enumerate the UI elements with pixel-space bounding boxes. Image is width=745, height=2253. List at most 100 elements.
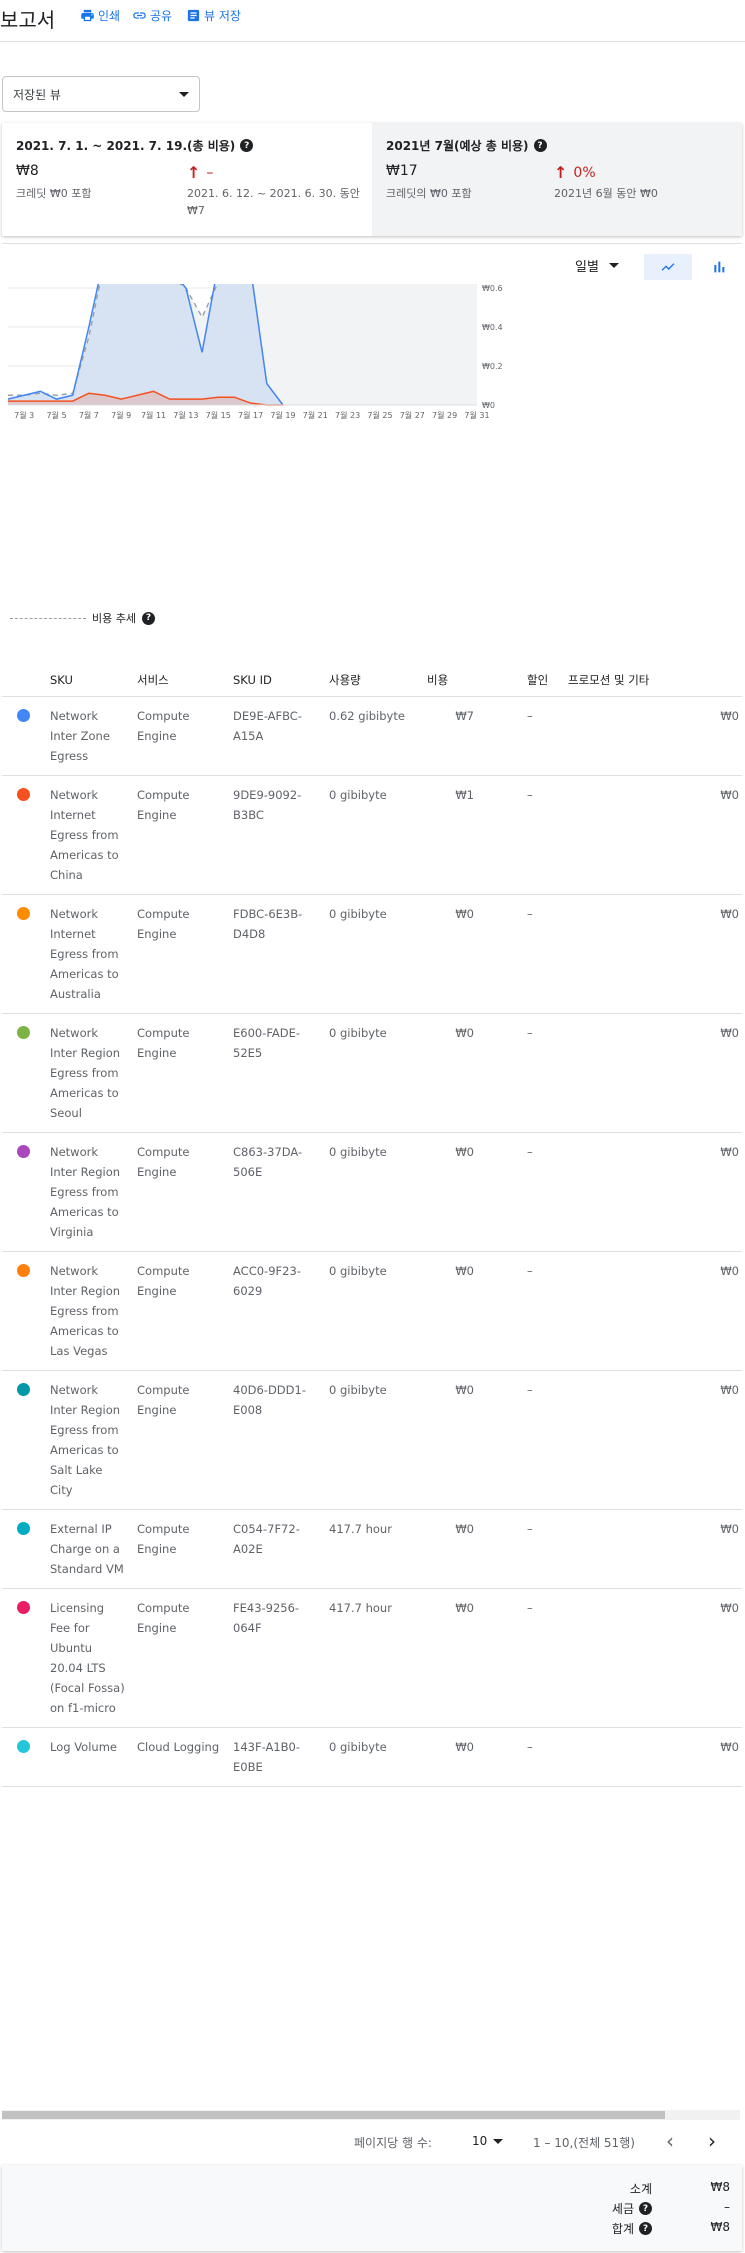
help-icon[interactable]: ? [240, 139, 254, 152]
help-icon[interactable]: ? [639, 2222, 652, 2235]
sku-id-cell: DE9E-AFBC-A15A [233, 696, 329, 776]
table-row[interactable]: Network Inter Region Egress from America… [2, 1132, 742, 1252]
table-row[interactable]: Licensing Fee for Ubuntu 20.04 LTS (Foca… [2, 1588, 742, 1728]
dot [2, 1727, 50, 1787]
cost-cell: ₩0 [427, 1588, 477, 1728]
service-cell: Compute Engine [137, 696, 233, 776]
share-button[interactable]: 공유 [132, 7, 172, 24]
usage-cell: 0 gibibyte [329, 1013, 427, 1133]
usage-cell: 417.7 hour [329, 1588, 427, 1728]
col-sku-id[interactable]: SKU ID [233, 664, 329, 697]
cost-cell: ₩1 [427, 775, 477, 895]
col-discount[interactable]: 할인 [477, 664, 568, 697]
service-cell: Compute Engine [137, 1132, 233, 1252]
x-tick-label: 7월 21 [303, 410, 328, 420]
table-row[interactable]: Network Inter Region Egress from America… [2, 1013, 742, 1133]
discount-cell: – [477, 1251, 568, 1371]
series-color-dot [17, 1145, 30, 1158]
promo-cell: ₩0 [568, 1509, 742, 1589]
col-usage[interactable]: 사용량 [329, 664, 427, 697]
sku-cell: External IP Charge on a Standard VM [50, 1509, 137, 1589]
totals-panel: 소계 ₩8 세금? – 합계? ₩8 [2, 2165, 742, 2251]
col-promo[interactable]: 프로모션 및 기타 [568, 664, 742, 697]
sku-cell: Network Inter Zone Egress [50, 696, 137, 776]
cost-chart: ₩0₩0.2₩0.4₩0.6₩0.8₩17월 37월 57월 77월 97월 1… [7, 284, 503, 420]
arrow-up-icon: ↑ [554, 163, 568, 182]
service-cell: Compute Engine [137, 1370, 233, 1510]
trend-line-swatch [10, 617, 86, 619]
dot [2, 696, 50, 776]
series-color-dot [17, 788, 30, 801]
table-row[interactable]: Network Internet Egress from Americas to… [2, 775, 742, 895]
dot [2, 775, 50, 895]
summary-forecast-heading-row: 2021년 7월(예상 총 비용) ? [386, 137, 728, 154]
chevron-down-icon [608, 263, 619, 268]
table-row[interactable]: Network Inter Zone Egress Compute Engine D… [2, 696, 742, 776]
x-tick-label: 7월 19 [270, 410, 295, 420]
saved-view-dropdown[interactable]: 저장된 뷰 [2, 76, 200, 112]
promo-cell: ₩0 [568, 1013, 742, 1133]
series-color-dot [17, 1740, 30, 1753]
sku-id-cell: FE43-9256-064F [233, 1588, 329, 1728]
usage-cell: 0 gibibyte [329, 1251, 427, 1371]
sku-cell: Network Inter Region Egress from America… [50, 1251, 137, 1371]
total-value: ₩8 [710, 2220, 731, 2234]
rows-per-page-select[interactable]: 10 [472, 2134, 504, 2148]
print-button[interactable]: 인쇄 [80, 7, 120, 24]
prev-page-button[interactable]: ‹ [666, 2130, 674, 2152]
tax-label-wrap: 세금? [612, 2200, 652, 2217]
cost-chart-panel: 일별 ₩0₩0.2₩0.4₩0.6₩0.8₩17월 37월 57월 77월 97… [2, 243, 742, 638]
sku-id-cell: 143F-A1B0-E0BE [233, 1727, 329, 1787]
help-icon[interactable]: ? [141, 611, 155, 625]
table-row[interactable]: External IP Charge on a Standard VM Compu… [2, 1509, 742, 1589]
col-color [2, 664, 50, 697]
help-icon[interactable]: ? [639, 2202, 652, 2215]
table-row[interactable]: Network Inter Region Egress from America… [2, 1370, 742, 1510]
table-row[interactable]: Network Internet Egress from Americas to… [2, 894, 742, 1014]
granularity-dropdown[interactable]: 일별 [575, 256, 619, 275]
service-cell: Compute Engine [137, 1251, 233, 1371]
sku-id-cell: 9DE9-9092-B3BC [233, 775, 329, 895]
x-tick-label: 7월 31 [464, 410, 489, 420]
summary-current-delta-value: – [206, 164, 214, 181]
series-area [8, 284, 283, 405]
next-page-button[interactable]: › [708, 2130, 716, 2152]
x-tick-label: 7월 9 [111, 410, 131, 420]
total-row: 합계? ₩8 [2, 2220, 742, 2238]
table-row[interactable]: Log Volume Cloud Logging 143F-A1B0-E0BE 0 g… [2, 1727, 742, 1787]
sku-cell: Network Internet Egress from Americas to… [50, 775, 137, 895]
scrollbar-thumb[interactable] [2, 2111, 665, 2119]
sku-id-cell: FDBC-6E3B-D4D8 [233, 894, 329, 1014]
summary-current-heading-row: 2021. 7. 1. ~ 2021. 7. 19.(총 비용) ? [16, 137, 358, 154]
table-row[interactable]: Network Inter Region Egress from America… [2, 1251, 742, 1371]
col-sku[interactable]: SKU [50, 664, 137, 697]
summary-forecast-heading: 2021년 7월(예상 총 비용) [386, 139, 529, 153]
cost-cell: ₩0 [427, 1727, 477, 1787]
x-tick-label: 7월 5 [46, 410, 66, 420]
rows-per-page-label: 페이지당 행 수: [354, 2136, 432, 2150]
chevron-left-icon: ‹ [666, 2129, 674, 2153]
print-icon [81, 9, 94, 22]
usage-cell: 0 gibibyte [329, 1727, 427, 1787]
summary-current-card: 2021. 7. 1. ~ 2021. 7. 19.(총 비용) ? ₩8 크레… [2, 123, 372, 236]
line-chart-button[interactable] [644, 254, 692, 280]
service-cell: Compute Engine [137, 1588, 233, 1728]
share-label: 공유 [150, 9, 173, 23]
series-color-dot [17, 1383, 30, 1396]
y-tick-label: ₩0 [482, 401, 495, 410]
summary-current-credit: 크레딧 ₩0 포함 [16, 187, 92, 200]
discount-cell: – [477, 894, 568, 1014]
table-horizontal-scrollbar[interactable] [2, 2110, 740, 2120]
promo-cell: ₩0 [568, 1132, 742, 1252]
discount-cell: – [477, 1509, 568, 1589]
page-title: 보고서 [0, 8, 56, 32]
promo-cell: ₩0 [568, 1727, 742, 1787]
x-tick-label: 7월 29 [432, 410, 457, 420]
line-chart-icon [661, 263, 675, 271]
save-view-button[interactable]: 뷰 저장 [186, 7, 241, 24]
col-service[interactable]: 서비스 [137, 664, 233, 697]
help-icon[interactable]: ? [533, 139, 547, 152]
bar-chart-button[interactable] [695, 254, 743, 280]
x-tick-label: 7월 15 [206, 410, 231, 420]
col-cost[interactable]: 비용 [427, 664, 477, 697]
